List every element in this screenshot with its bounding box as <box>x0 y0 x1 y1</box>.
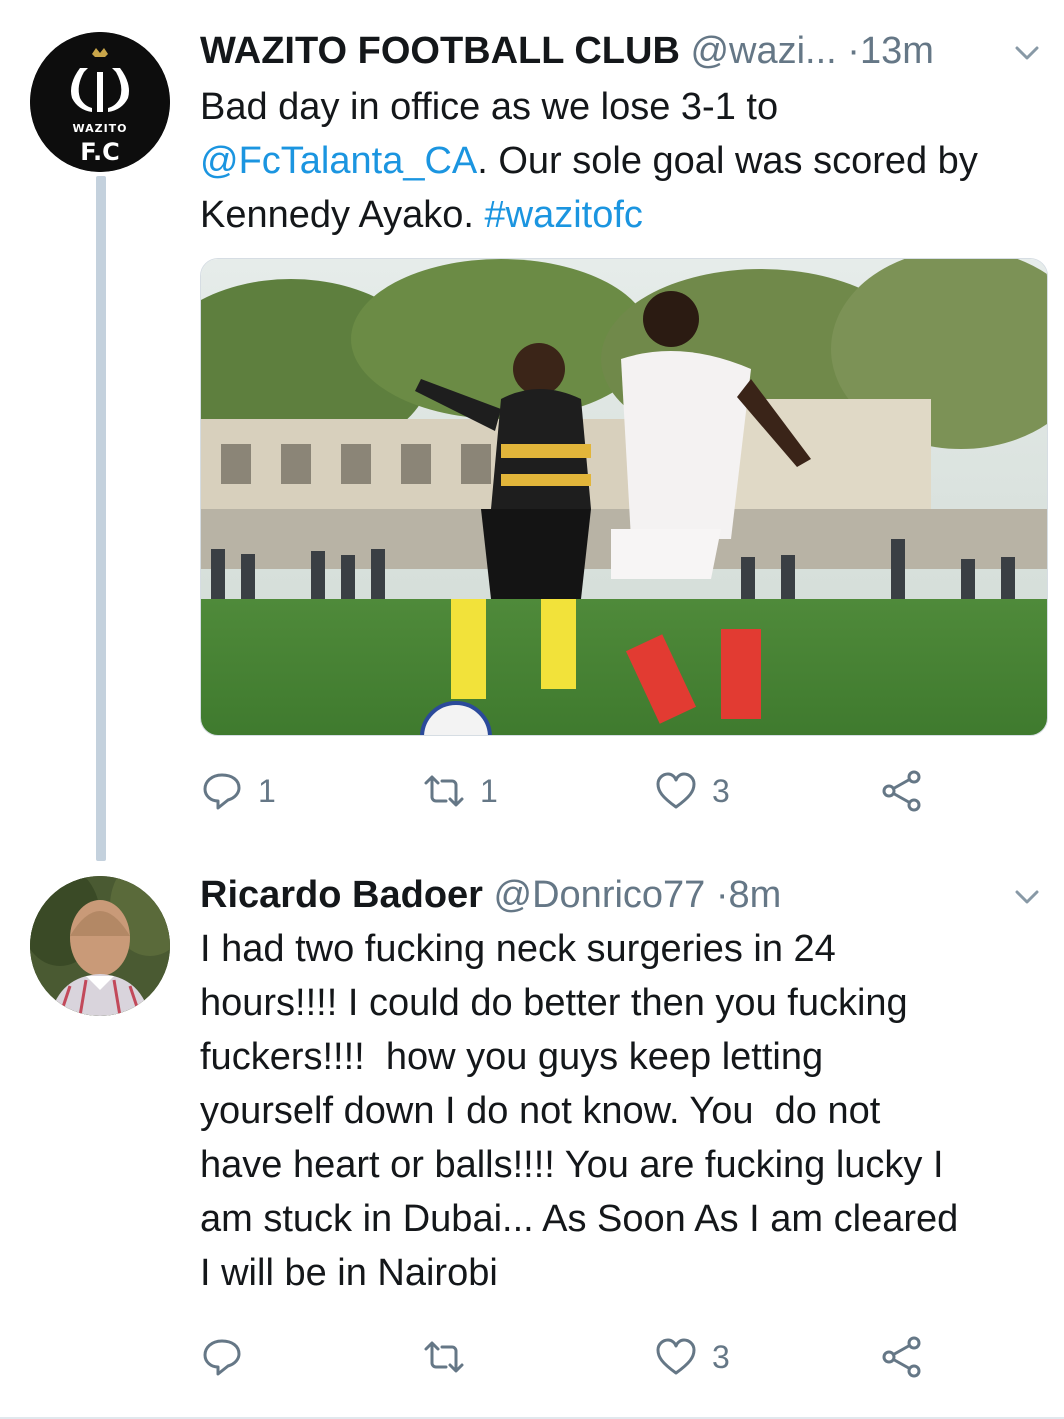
wazito-logo-icon: WAZITO F.C <box>30 32 170 172</box>
tweet-wazito[interactable]: WAZITO F.C WAZITO FOOTBALL CLUB @wazi...… <box>0 0 1064 861</box>
like-button[interactable]: 3 <box>654 1332 730 1382</box>
svg-text:WAZITO: WAZITO <box>72 122 127 135</box>
reply-count: 1 <box>258 773 276 809</box>
tweet-text: Bad day in office as we lose 3-1 to @FcT… <box>200 80 1050 242</box>
tweet-actions: 3 <box>200 1332 940 1382</box>
separator-dot: · <box>847 30 860 72</box>
mention-link[interactable]: @FcTalanta_CA <box>200 140 477 182</box>
svg-text:F.C: F.C <box>80 138 120 166</box>
user-handle[interactable]: @wazi... <box>690 30 836 72</box>
retweet-button[interactable]: 1 <box>422 766 498 816</box>
tweet-media-photo[interactable] <box>200 258 1048 736</box>
timestamp[interactable]: 13m <box>860 30 934 72</box>
soccer-match-photo-icon <box>201 259 1047 735</box>
reply-button[interactable]: 1 <box>200 766 276 816</box>
like-icon <box>656 1338 696 1375</box>
tweet-header: WAZITO FOOTBALL CLUB @wazi... ·13m <box>200 26 934 76</box>
reply-button[interactable] <box>200 1332 258 1382</box>
user-handle[interactable]: @Donrico77 <box>494 874 706 916</box>
hashtag-link[interactable]: #wazitofc <box>485 194 643 236</box>
avatar-wazito-logo[interactable]: WAZITO F.C <box>30 32 170 172</box>
reply-icon <box>203 773 241 810</box>
tweet-header: Ricardo Badoer @Donrico77 ·8m <box>200 870 781 920</box>
share-icon <box>882 770 921 812</box>
share-button[interactable] <box>880 766 924 816</box>
tweet-actions: 1 1 3 <box>200 766 940 816</box>
like-count: 3 <box>712 1339 730 1375</box>
reply-icon <box>203 1339 241 1376</box>
caret-down-icon[interactable] <box>1012 38 1042 68</box>
display-name[interactable]: Ricardo Badoer <box>200 874 483 916</box>
caret-down-icon[interactable] <box>1012 882 1042 912</box>
retweet-button[interactable] <box>422 1332 480 1382</box>
thread-connector-line <box>96 176 106 861</box>
retweet-icon <box>424 775 464 807</box>
separator-dot: · <box>715 874 729 916</box>
display-name[interactable]: WAZITO FOOTBALL CLUB <box>200 30 680 72</box>
retweet-icon <box>424 1341 464 1373</box>
retweet-count: 1 <box>480 773 498 809</box>
share-icon <box>882 1336 921 1378</box>
like-icon <box>656 772 696 809</box>
avatar-ricardo[interactable] <box>30 876 170 1016</box>
like-button[interactable]: 3 <box>654 766 730 816</box>
share-button[interactable] <box>880 1332 924 1382</box>
like-count: 3 <box>712 773 730 809</box>
tweet-text: I had two fucking neck surgeries in 24 h… <box>200 928 959 1294</box>
tweet-ricardo[interactable]: Ricardo Badoer @Donrico77 ·8m I had two … <box>0 860 1064 1419</box>
tweet-text-part: Bad day in office as we lose 3-1 to <box>200 86 779 128</box>
user-photo-icon <box>30 876 170 1016</box>
timestamp[interactable]: 8m <box>729 874 782 916</box>
